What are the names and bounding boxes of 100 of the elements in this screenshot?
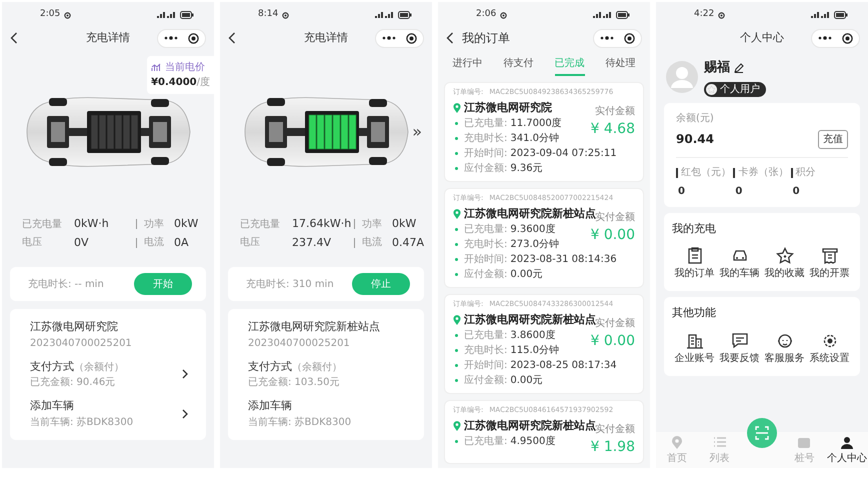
bullet-icon	[455, 349, 458, 352]
balance-label: 余额(元)	[676, 112, 715, 126]
detail-value: 2023-08-31 08:14:36	[510, 253, 617, 267]
next-marker[interactable]: »	[412, 120, 422, 144]
avatar-icon	[666, 61, 698, 94]
chevron-right-icon[interactable]	[182, 408, 188, 419]
battery-icon	[180, 11, 194, 19]
bullet-icon	[455, 167, 458, 170]
edit-icon[interactable]	[734, 62, 744, 73]
feature-item[interactable]: 我的开票	[807, 247, 852, 281]
status-time: 2:06	[476, 8, 496, 22]
bullet-icon	[455, 273, 458, 276]
asset-value: 0	[792, 184, 801, 198]
bullet-icon	[455, 334, 458, 337]
station-name: 江苏微电网研究院	[30, 319, 119, 335]
signal-icon	[810, 11, 830, 19]
feature-item[interactable]: 企业账号	[672, 332, 717, 366]
detail-label: 开始时间:	[464, 252, 508, 267]
feature-item[interactable]: 我的订单	[672, 247, 717, 281]
payment-note: （余额付）	[292, 360, 342, 374]
detail-label: 已充电量:	[464, 222, 508, 237]
stat-label: 功率	[144, 218, 165, 232]
location-pin-icon	[453, 208, 461, 219]
recharge-button[interactable]: 充值	[818, 130, 848, 148]
signal-icon	[156, 11, 176, 19]
back-icon[interactable]	[10, 32, 18, 44]
bullet-icon	[455, 228, 458, 231]
clipboard-icon	[686, 247, 704, 264]
detail-value: 115.0分钟	[510, 344, 560, 358]
detail-label: 已充电量:	[464, 116, 508, 131]
status-dot-icon	[500, 12, 508, 18]
more-icon[interactable]	[818, 36, 832, 40]
add-vehicle-label: 添加车辆	[248, 398, 292, 414]
detail-label: 应付金额:	[464, 268, 508, 282]
paid-label: 实付金额	[595, 212, 635, 224]
bullet-icon	[455, 364, 458, 367]
detail-label: 应付金额:	[464, 374, 508, 388]
stat-label: 电压	[240, 236, 261, 250]
detail-label: 开始时间:	[464, 358, 508, 373]
scan-icon	[754, 426, 769, 440]
stat-label: 电流	[144, 236, 165, 250]
detail-value: 11.7000度	[510, 116, 562, 131]
status-time: 2:05	[40, 8, 60, 22]
nav-tab[interactable]: 个人中心	[826, 436, 868, 466]
user-name: 赐福	[704, 59, 730, 77]
target-icon[interactable]	[624, 32, 635, 44]
star-icon	[776, 247, 794, 264]
order-tab[interactable]: 待处理	[606, 54, 636, 76]
station-name: 江苏微电网研究院	[464, 100, 552, 116]
stat-value: 0V	[74, 234, 90, 250]
back-icon[interactable]	[446, 32, 454, 44]
feature-item[interactable]: 我的收藏	[762, 247, 807, 281]
detail-label: 充电时长:	[464, 344, 508, 358]
target-icon[interactable]	[406, 32, 417, 44]
battery-icon	[834, 11, 848, 19]
station-name: 江苏微电网研究院新桩站点	[464, 312, 596, 326]
more-icon[interactable]	[164, 36, 178, 40]
target-icon[interactable]	[842, 32, 853, 44]
bullet-icon	[455, 152, 458, 155]
order-tab[interactable]: 待支付	[504, 54, 534, 76]
stat-value: 0kW·h	[74, 216, 110, 232]
feature-item[interactable]: 客服服务	[762, 332, 807, 366]
more-icon[interactable]	[600, 36, 614, 40]
detail-label: 充电时长:	[464, 132, 508, 146]
current-vehicle: 当前车辆: 苏BDK8300	[30, 416, 134, 430]
more-icon[interactable]	[382, 36, 396, 40]
stat-label: 已充电量	[240, 218, 281, 232]
stat-value: 237.4V	[292, 234, 332, 250]
order-tab[interactable]: 进行中	[452, 54, 482, 76]
back-icon[interactable]	[228, 32, 236, 44]
status-dot-icon	[64, 12, 72, 18]
status-time: 4:22	[694, 8, 714, 22]
feature-item[interactable]: 我的车辆	[717, 247, 762, 281]
paid-amount: ¥ 1.98	[590, 438, 635, 456]
station-name: 江苏微电网研究院新桩站点	[464, 418, 596, 432]
payment-note: （余额付）	[74, 360, 124, 374]
detail-value: 341.0分钟	[510, 132, 560, 146]
asset-label: 积分	[790, 168, 848, 178]
stat-value: 17.64kW·h	[292, 216, 352, 232]
bullet-icon	[455, 258, 458, 261]
tag-icon	[797, 436, 812, 450]
detail-value: 4.9500度	[510, 434, 556, 449]
balance-value: 90.44	[676, 131, 714, 148]
page-title: 个人中心	[740, 30, 784, 46]
target-icon[interactable]	[188, 32, 199, 44]
chat-icon	[730, 332, 748, 348]
location-pin-icon	[453, 314, 461, 325]
chevron-right-icon[interactable]	[182, 369, 188, 380]
detail-value: 2023-08-25 08:17:34	[510, 359, 617, 373]
price-unit: /度	[196, 76, 210, 90]
paid-amount: ¥ 0.00	[590, 226, 635, 244]
feature-item[interactable]: 系统设置	[807, 332, 852, 366]
detail-label: 充电时长:	[464, 238, 508, 252]
detail-value: 0.00元	[510, 374, 543, 388]
price-label: 当前电价	[165, 60, 206, 75]
detail-value: 2023-09-04 07:25:11	[510, 147, 617, 161]
price-value: ¥0.4000	[151, 76, 197, 90]
feature-item[interactable]: 我要反馈	[717, 332, 762, 366]
list-icon	[712, 436, 727, 450]
detail-label: 应付金额:	[464, 162, 508, 176]
